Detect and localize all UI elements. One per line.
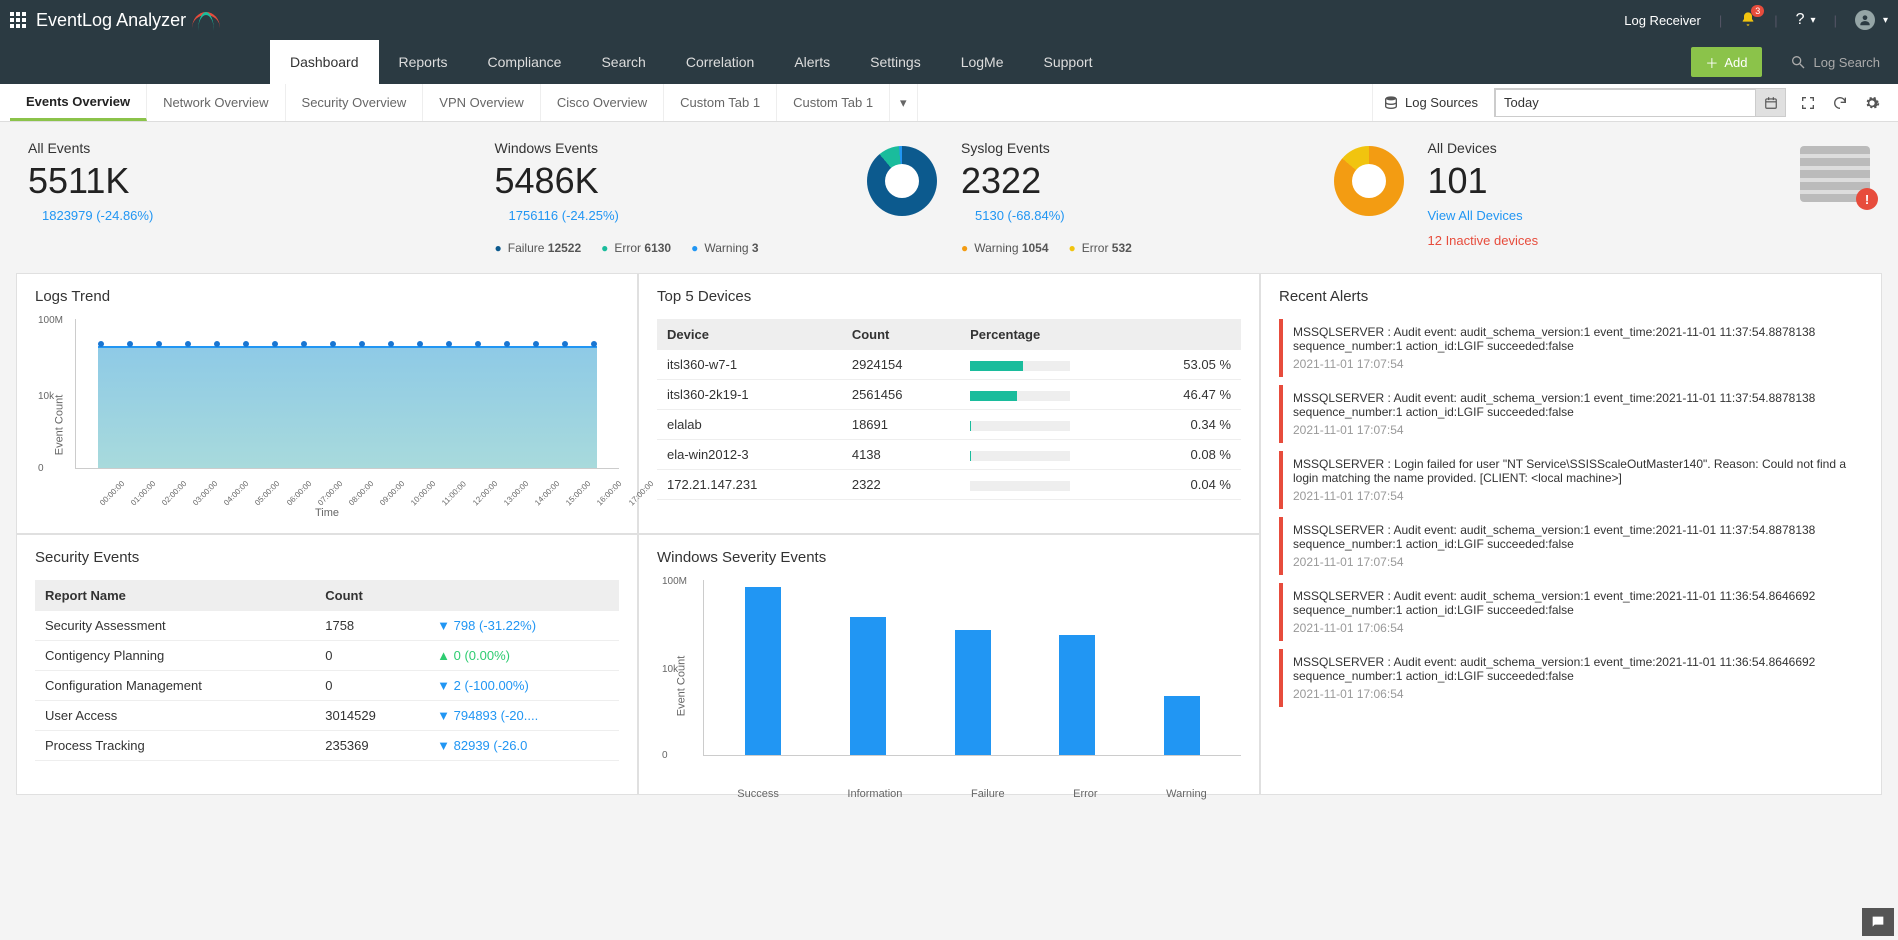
all-events-value: 5511K (28, 160, 471, 202)
fullscreen-icon[interactable] (1792, 84, 1824, 121)
database-icon (1383, 95, 1399, 111)
windows-severity-panel: Windows Severity Events Event Count 100M… (638, 534, 1260, 795)
recent-alerts-panel: Recent Alerts MSSQLSERVER : Audit event:… (1260, 273, 1882, 795)
logs-trend-title: Logs Trend (35, 288, 619, 305)
legend-error: Error 532 (1069, 241, 1132, 255)
bar-warning (1164, 696, 1200, 755)
all-devices-title: All Devices (1428, 140, 1781, 156)
top-bar: EventLog Analyzer Log Receiver | 3 | ? ▾… (0, 0, 1898, 40)
all-devices-value: 101 (1428, 160, 1781, 202)
bar-failure (955, 630, 991, 755)
legend-warning: Warning 3 (691, 241, 759, 255)
nav-tab-correlation[interactable]: Correlation (666, 40, 774, 84)
alert-item[interactable]: MSSQLSERVER : Audit event: audit_schema_… (1279, 649, 1863, 707)
help-icon[interactable]: ? (1796, 11, 1805, 29)
syslog-events-title: Syslog Events (961, 140, 1326, 156)
nav-tab-compliance[interactable]: Compliance (468, 40, 582, 84)
windows-severity-title: Windows Severity Events (657, 549, 1241, 566)
plus-icon: ＋ (1705, 53, 1718, 72)
subtab-events-overview[interactable]: Events Overview (10, 84, 147, 121)
nav-tab-dashboard[interactable]: Dashboard (270, 40, 379, 84)
table-row[interactable]: Configuration Management02 (-100.00%) (35, 671, 619, 701)
alert-item[interactable]: MSSQLSERVER : Login failed for user "NT … (1279, 451, 1863, 509)
windows-events-delta: 1756116 (-24.25%) (509, 208, 860, 223)
recent-alerts-title: Recent Alerts (1279, 288, 1863, 305)
alert-item[interactable]: MSSQLSERVER : Audit event: audit_schema_… (1279, 319, 1863, 377)
devices-warning-icon (1800, 146, 1870, 202)
windows-events-title: Windows Events (495, 140, 860, 156)
subtab-custom-tab-1[interactable]: Custom Tab 1 (777, 84, 890, 121)
table-row[interactable]: User Access3014529794893 (-20.... (35, 701, 619, 731)
apps-grid-icon[interactable] (10, 12, 26, 28)
syslog-events-delta: 5130 (-68.84%) (975, 208, 1326, 223)
more-tabs-chevron-icon[interactable]: ▾ (890, 84, 918, 121)
table-row[interactable]: elalab186910.34 % (657, 410, 1241, 440)
table-row[interactable]: Contigency Planning00 (0.00%) (35, 641, 619, 671)
windows-events-value: 5486K (495, 160, 860, 202)
table-row[interactable]: ela-win2012-341380.08 % (657, 440, 1241, 470)
user-avatar-icon[interactable] (1855, 10, 1875, 30)
calendar-icon[interactable] (1755, 89, 1785, 116)
table-row[interactable]: Process Tracking23536982939 (-26.0 (35, 731, 619, 761)
bar-error (1059, 635, 1095, 755)
brand-logo[interactable]: EventLog Analyzer (36, 10, 220, 31)
bar-success (745, 587, 781, 755)
table-row[interactable]: 172.21.147.23123220.04 % (657, 470, 1241, 500)
log-sources-button[interactable]: Log Sources (1372, 84, 1488, 121)
alert-item[interactable]: MSSQLSERVER : Audit event: audit_schema_… (1279, 385, 1863, 443)
inactive-devices-link[interactable]: 12 Inactive devices (1428, 233, 1539, 248)
security-events-panel: Security Events Report NameCount Securit… (16, 534, 638, 795)
date-range-select[interactable]: Today (1495, 89, 1785, 117)
nav-tab-logme[interactable]: LogMe (941, 40, 1024, 84)
notif-badge: 3 (1751, 5, 1764, 17)
table-row[interactable]: itsl360-w7-1292415453.05 % (657, 350, 1241, 380)
legend-error: Error 6130 (601, 241, 671, 255)
logs-trend-chart: Event Count 100M 10k 0 00:00:0001:00:000… (35, 319, 619, 519)
top-devices-panel: Top 5 Devices DeviceCountPercentage itsl… (638, 273, 1260, 534)
nav-tab-search[interactable]: Search (581, 40, 665, 84)
security-events-table: Report NameCount Security Assessment1758… (35, 580, 619, 761)
alert-item[interactable]: MSSQLSERVER : Audit event: audit_schema_… (1279, 517, 1863, 575)
security-events-title: Security Events (35, 549, 619, 566)
syslog-donut-chart (1334, 146, 1404, 216)
bar-information (850, 617, 886, 755)
table-row[interactable]: Security Assessment1758798 (-31.22%) (35, 611, 619, 641)
main-nav: DashboardReportsComplianceSearchCorrelat… (0, 40, 1898, 84)
subtab-cisco-overview[interactable]: Cisco Overview (541, 84, 664, 121)
nav-tab-settings[interactable]: Settings (850, 40, 941, 84)
notifications-icon[interactable]: 3 (1740, 11, 1756, 30)
legend-failure: Failure 12522 (495, 241, 582, 255)
log-receiver-link[interactable]: Log Receiver (1624, 13, 1701, 28)
nav-tab-alerts[interactable]: Alerts (774, 40, 850, 84)
refresh-icon[interactable] (1824, 84, 1856, 121)
top-devices-title: Top 5 Devices (657, 288, 1241, 305)
brand-name: EventLog Analyzer (36, 10, 186, 31)
all-events-title: All Events (28, 140, 471, 156)
search-icon (1790, 54, 1806, 70)
view-all-devices-link[interactable]: View All Devices (1428, 208, 1781, 223)
top-devices-table: DeviceCountPercentage itsl360-w7-1292415… (657, 319, 1241, 500)
summary-row: All Events 5511K 1823979 (-24.86%) Windo… (0, 122, 1898, 273)
all-events-delta: 1823979 (-24.86%) (42, 208, 471, 223)
alert-item[interactable]: MSSQLSERVER : Audit event: audit_schema_… (1279, 583, 1863, 641)
log-search-link[interactable]: Log Search (1772, 40, 1898, 84)
brand-arc-icon (192, 12, 220, 28)
user-menu-chevron-icon[interactable]: ▾ (1883, 15, 1888, 26)
logs-trend-panel: Logs Trend Event Count 100M 10k 0 00:00:… (16, 273, 638, 534)
windows-severity-chart: Event Count 100M 10k 0 SuccessInformatio… (657, 580, 1241, 780)
windows-donut-chart (867, 146, 937, 216)
settings-gear-icon[interactable] (1856, 84, 1888, 121)
syslog-events-value: 2322 (961, 160, 1326, 202)
chat-icon[interactable] (1862, 908, 1894, 936)
nav-tab-reports[interactable]: Reports (379, 40, 468, 84)
subtab-custom-tab-1[interactable]: Custom Tab 1 (664, 84, 777, 121)
subtab-security-overview[interactable]: Security Overview (286, 84, 424, 121)
subtab-network-overview[interactable]: Network Overview (147, 84, 285, 121)
nav-tab-support[interactable]: Support (1024, 40, 1113, 84)
add-button[interactable]: ＋Add (1691, 47, 1761, 77)
table-row[interactable]: itsl360-2k19-1256145646.47 % (657, 380, 1241, 410)
legend-warning: Warning 1054 (961, 241, 1049, 255)
sub-nav: Events OverviewNetwork OverviewSecurity … (0, 84, 1898, 122)
subtab-vpn-overview[interactable]: VPN Overview (423, 84, 541, 121)
